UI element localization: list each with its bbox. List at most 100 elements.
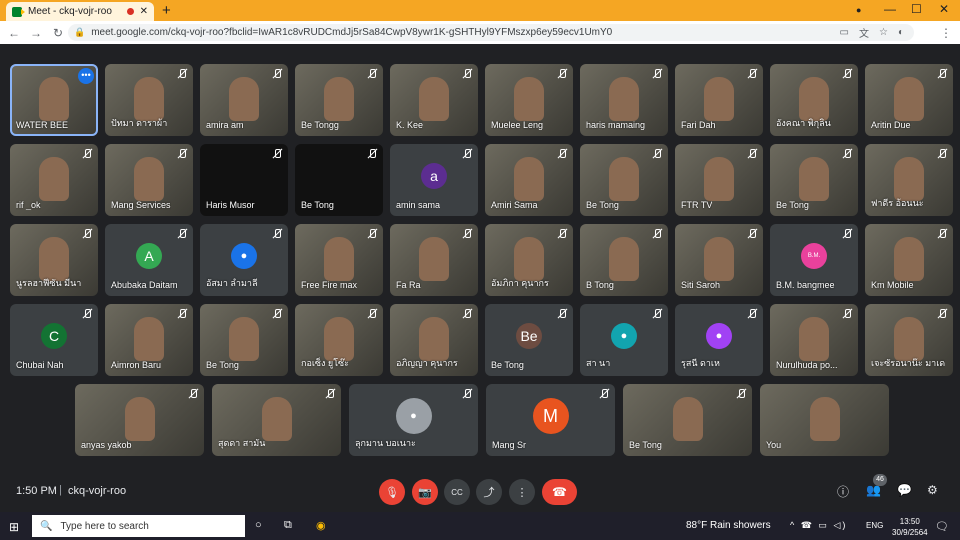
taskbar-time: 13:50 [899,517,920,526]
participant-tile[interactable]: อัมภิกา คุนากร [485,224,573,296]
participant-tile[interactable]: Be Tong [295,144,383,216]
tab-meet[interactable]: Meet - ckq-vojr-roo ✕ [6,2,154,21]
windows-start-icon[interactable]: ⊞ [9,520,19,534]
participant-tile[interactable]: ปัทมา ดาราผ้า [105,64,193,136]
avatar-initial: a [421,163,447,189]
participant-tile[interactable]: You [760,384,889,456]
omnibox[interactable]: 🔒 meet.google.com/ckq-vojr-roo?fbclid=Iw… [68,24,914,41]
profile-icon[interactable]: ● [856,5,861,15]
participant-tile[interactable]: Fa Ra [390,224,478,296]
mic-toggle-button[interactable]: 🎙 [379,479,405,505]
participant-tile[interactable]: Nurulhuda po... [770,304,858,376]
meeting-code: ckq-vojr-roo [68,485,127,497]
participant-tile[interactable]: Mang Services [105,144,193,216]
participant-tile[interactable]: a amin sama [390,144,478,216]
participant-tile[interactable]: กอเซ็ง ยูโซ๊ะ [295,304,383,376]
taskbar-search-box[interactable]: 🔍 Type here to search [32,515,245,537]
participant-tile[interactable]: C Chubai Nah [10,304,98,376]
participant-tile[interactable]: Free Fire max [295,224,383,296]
meeting-info-icon[interactable]: ⓘ [837,483,849,500]
notification-center-icon[interactable]: 🗨 [935,520,949,533]
back-button[interactable]: ← [6,26,22,40]
participant-tile[interactable]: Fari Dah [675,64,763,136]
participant-tile[interactable]: Be Tong [770,144,858,216]
tab-close-icon[interactable]: ✕ [140,6,148,17]
input-language[interactable]: ENG [866,521,883,530]
participant-tile[interactable]: อังคณา พิกุลิน [770,64,858,136]
participant-tile[interactable]: B.M. B.M. bangmee [770,224,858,296]
minimize-button[interactable]: — [884,2,896,16]
taskbar-clock[interactable]: 13:50 30/9/2564 [892,516,928,538]
reload-button[interactable]: ↻ [50,26,66,40]
participant-tile[interactable]: Aritin Due [865,64,953,136]
task-view-icon[interactable]: ⧉ [284,519,292,532]
participant-tile[interactable]: ● สา นา [580,304,668,376]
mic-off-icon [557,149,567,159]
mic-off-icon [82,149,92,159]
participant-tile[interactable]: haris mamaing [580,64,668,136]
participant-tile[interactable]: Haris Musor [200,144,288,216]
close-window-button[interactable]: ✕ [939,2,949,16]
new-tab-button[interactable]: + [162,2,171,19]
people-count-badge: 46 [873,474,887,486]
participant-video [324,76,354,121]
forward-button[interactable]: → [28,26,44,40]
mic-off-icon [462,229,472,239]
lock-icon[interactable]: 🔒 [74,27,85,38]
maximize-button[interactable]: ☐ [911,2,922,16]
participant-video [324,236,354,281]
participant-tile[interactable]: สุดดา สามัน [212,384,341,456]
activities-icon[interactable]: ⚙ [927,483,938,497]
hangup-icon: ☎ [552,485,567,499]
participant-tile[interactable]: ฟาดีร อ้อนนะ [865,144,953,216]
participant-tile[interactable]: ••• WATER BEE [10,64,98,136]
participant-tile[interactable]: M Mang Sr [486,384,615,456]
weather-widget[interactable]: 88°F Rain showers [686,520,771,531]
participant-tile[interactable]: เจะซัรอนาน๊ะ มาเด [865,304,953,376]
system-tray-icons[interactable]: ^ ☎ ▭ ◁) [790,520,847,531]
more-options-button[interactable]: ⋮ [509,479,535,505]
participant-tile[interactable]: A Abubaka Daitam [105,224,193,296]
participant-tile[interactable]: B Tong [580,224,668,296]
participant-video [894,316,924,361]
participant-tile[interactable]: FTR TV [675,144,763,216]
participant-name: Free Fire max [301,280,358,290]
leave-call-button[interactable]: ☎ [542,479,577,505]
camera-toggle-button[interactable]: 📷 [412,479,438,505]
participant-tile[interactable]: Amiri Sama [485,144,573,216]
participant-tile[interactable]: Be Tong [623,384,752,456]
chat-icon[interactable]: 💬 [897,483,912,497]
participant-tile[interactable]: Be Tongg [295,64,383,136]
url-text[interactable]: meet.google.com/ckq-vojr-roo?fbclid=IwAR… [91,27,839,38]
participant-tile[interactable]: Aimron Baru [105,304,193,376]
participant-name: เจะซัรอนาน๊ะ มาเด [871,358,946,368]
participant-tile[interactable]: นูรลฮาฟีซัน มีนา [10,224,98,296]
participant-tile[interactable]: ● รุสนี ดาเห [675,304,763,376]
participant-video [134,156,164,201]
participant-tile[interactable]: K. Kee [390,64,478,136]
participant-tile[interactable]: ● อัสมา ลำมาลี [200,224,288,296]
participant-tile[interactable]: อภิญญา คุนากร [390,304,478,376]
chrome-taskbar-icon[interactable]: ◉ [316,519,326,532]
translate-icon[interactable]: 文 [859,25,869,40]
cortana-icon[interactable]: ○ [255,519,262,531]
present-button[interactable]: ⤴ [476,479,502,505]
participant-tile[interactable]: anyas yakob [75,384,204,456]
participant-tile[interactable]: Muelee Leng [485,64,573,136]
participant-tile[interactable]: amira am [200,64,288,136]
participant-tile[interactable]: rif _ok [10,144,98,216]
browser-menu-icon[interactable]: ⋮ [940,26,952,40]
mic-off-icon [367,149,377,159]
participant-tile[interactable]: Km Mobile [865,224,953,296]
profile-avatar-icon[interactable]: ◐ [898,27,904,38]
participant-tile[interactable]: Be Be Tong [485,304,573,376]
captions-button[interactable]: CC [444,479,470,505]
participant-tile[interactable]: Siti Saroh [675,224,763,296]
participant-tile[interactable]: ● ลุกมาน บอเนาะ [349,384,478,456]
participant-tile[interactable]: Be Tong [200,304,288,376]
participant-tile[interactable]: Be Tong [580,144,668,216]
participant-name: Fari Dah [681,120,716,130]
camera-permission-icon[interactable]: ▭ [840,27,849,38]
bookmark-star-icon[interactable]: ☆ [879,27,888,38]
tile-options-icon[interactable]: ••• [78,68,94,84]
